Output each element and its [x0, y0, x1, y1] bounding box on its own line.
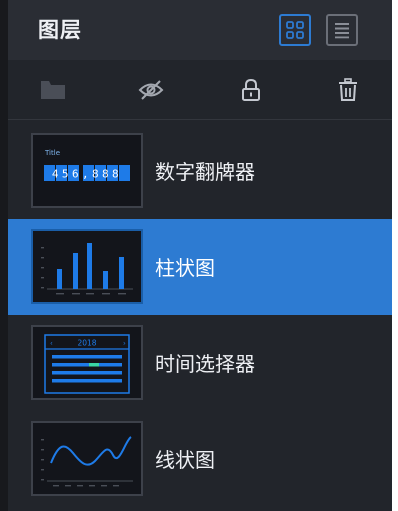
layer-label: 柱状图 [155, 256, 215, 280]
folder-icon [41, 81, 65, 99]
layer-label: 时间选择器 [155, 352, 255, 376]
grid-view-button[interactable] [279, 14, 311, 46]
layer-item-time-picker[interactable]: ‹ › 2018 时间选择器 [8, 315, 392, 411]
thumb-value: 456,888 [52, 168, 122, 181]
layer-item-line-chart[interactable]: 线状图 [8, 411, 392, 507]
layer-item-digital-flop[interactable]: Title 456,888 数字翻牌器 [8, 123, 392, 219]
right-edge [392, 0, 398, 511]
lock-icon [242, 78, 260, 101]
layer-toolbar [8, 60, 392, 120]
lock-layer-button[interactable] [236, 75, 266, 105]
thumb-year: 2018 [77, 339, 96, 348]
layer-thumbnail [31, 421, 143, 496]
list-view-button[interactable] [326, 14, 358, 46]
eye-hidden-icon [138, 80, 164, 100]
thumb-title: Title [44, 149, 60, 157]
layer-thumbnail [31, 229, 143, 304]
layer-label: 线状图 [155, 448, 215, 472]
new-group-button[interactable] [38, 75, 68, 105]
list-view-icon [335, 23, 349, 39]
panel-header: 图层 [8, 0, 392, 60]
layer-thumbnail: ‹ › 2018 [31, 325, 143, 400]
left-edge [0, 0, 8, 511]
layer-thumbnail: Title 456,888 [31, 133, 143, 208]
svg-text:‹: ‹ [50, 340, 53, 348]
svg-text:›: › [123, 340, 126, 348]
layer-item-bar-chart[interactable]: 柱状图 [8, 219, 392, 315]
panel-title: 图层 [38, 18, 82, 42]
layer-label: 数字翻牌器 [155, 160, 255, 184]
delete-layer-button[interactable] [333, 75, 363, 105]
layers-panel: 图层 Title 456,888 数字翻牌器 柱状图 ‹ › 2018 时间选择… [8, 0, 392, 511]
trash-icon [339, 78, 357, 101]
grid-view-icon [286, 21, 304, 39]
hide-layer-button[interactable] [136, 75, 166, 105]
